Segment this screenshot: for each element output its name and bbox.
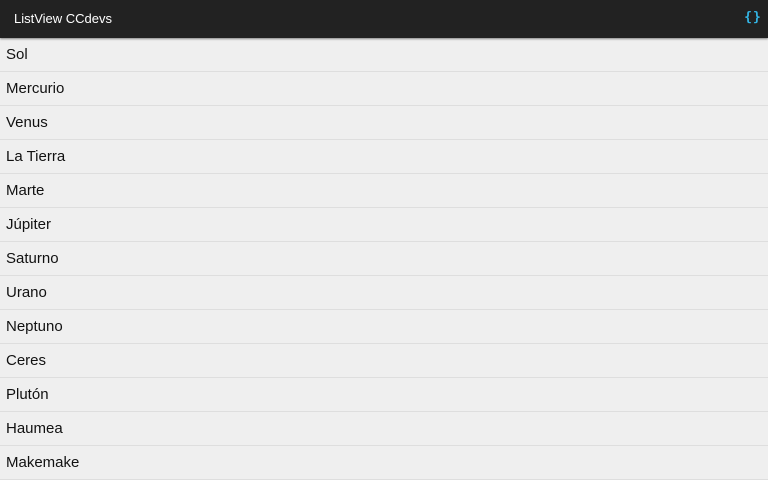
list-item[interactable]: La Tierra [0,140,768,174]
list-item-label: Plutón [6,386,49,403]
list-item[interactable]: Haumea [0,412,768,446]
list-item-label: Ceres [6,352,47,369]
app-window: ListView CCdevs {} Sol Mercurio Venus La… [0,0,768,480]
list-item[interactable]: Júpiter [0,208,768,242]
list-item[interactable]: Neptuno [0,310,768,344]
list-item-label: Sol [6,46,28,63]
braces-icon[interactable]: {} [744,8,762,28]
list-item[interactable]: Ceres [0,344,768,378]
list-item-label: Haumea [6,420,63,437]
list-item-label: Venus [6,114,48,131]
list-item-label: Saturno [6,250,59,267]
list-item[interactable]: Saturno [0,242,768,276]
list-item-label: La Tierra [6,148,66,165]
list-item-label: Júpiter [6,216,52,233]
list-item-label: Neptuno [6,318,63,335]
list-item[interactable]: Urano [0,276,768,310]
list-item-label: Marte [6,182,45,199]
list-item[interactable]: Plutón [0,378,768,412]
planet-list[interactable]: Sol Mercurio Venus La Tierra Marte Júpit… [0,38,768,480]
list-item[interactable]: Marte [0,174,768,208]
list-item-label: Urano [6,284,47,301]
list-item-label: Mercurio [6,80,65,97]
action-bar: ListView CCdevs {} [0,0,768,38]
app-title: ListView CCdevs [14,11,113,26]
list-item[interactable]: Sol [0,38,768,72]
list-item-label: Makemake [6,454,80,471]
list-item[interactable]: Makemake [0,446,768,480]
list-item[interactable]: Venus [0,106,768,140]
list-item[interactable]: Mercurio [0,72,768,106]
